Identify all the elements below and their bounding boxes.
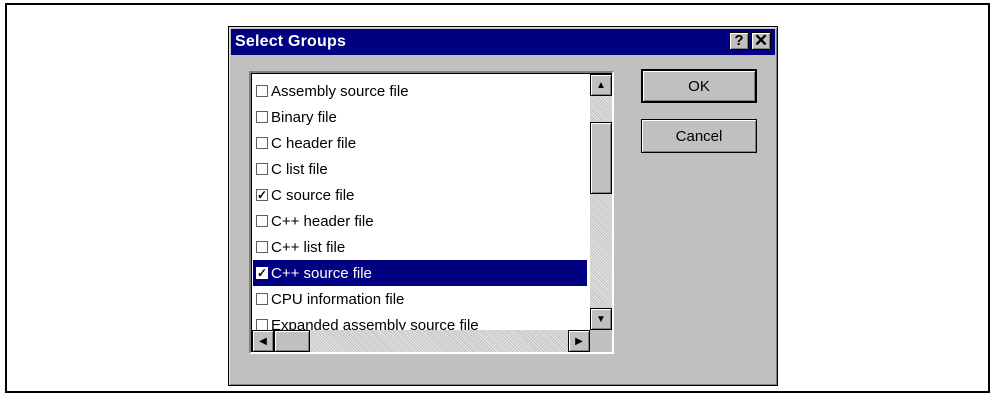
list-item-label: C header file (271, 134, 357, 152)
list-item[interactable]: C header file (253, 130, 587, 156)
list-item[interactable]: CPU information file (253, 286, 587, 312)
list-item[interactable]: ✓ C++ source file (253, 260, 587, 286)
groups-list: Assembly source file Binary file C header … (253, 78, 587, 338)
scroll-left-button[interactable]: ◀ (252, 330, 274, 352)
horizontal-scrollbar[interactable]: ◀ ▶ (252, 330, 590, 352)
arrow-left-icon: ◀ (259, 335, 267, 347)
checkbox[interactable]: ✓ (256, 189, 268, 201)
checkmark-icon: ✓ (256, 266, 268, 280)
list-item[interactable]: C list file (253, 156, 587, 182)
cancel-button[interactable]: Cancel (641, 119, 757, 153)
arrow-down-icon: ▼ (596, 313, 606, 325)
scroll-corner (590, 330, 612, 352)
checkmark-icon: ✓ (256, 188, 268, 202)
list-item-label: C list file (271, 160, 328, 178)
checkbox[interactable] (256, 215, 268, 227)
checkbox[interactable]: ✓ (256, 267, 268, 279)
checkbox[interactable] (256, 241, 268, 253)
checkbox[interactable] (256, 137, 268, 149)
arrow-right-icon: ▶ (575, 335, 583, 347)
vertical-scroll-thumb[interactable] (590, 122, 612, 194)
checkbox[interactable] (256, 163, 268, 175)
scroll-right-button[interactable]: ▶ (568, 330, 590, 352)
list-item-label: Binary file (271, 108, 337, 126)
title-bar[interactable]: Select Groups ? ✕ (231, 29, 775, 55)
list-item-label: C++ header file (271, 212, 374, 230)
checkbox[interactable] (256, 85, 268, 97)
vertical-scrollbar[interactable]: ▲ ▼ (590, 74, 612, 330)
list-item[interactable]: Binary file (253, 104, 587, 130)
list-item-label: CPU information file (271, 290, 405, 308)
list-item[interactable]: C++ list file (253, 234, 587, 260)
arrow-up-icon: ▲ (596, 79, 606, 91)
select-groups-dialog: Select Groups ? ✕ Assembly source file Bi… (228, 26, 778, 386)
help-button[interactable]: ? (729, 32, 749, 50)
groups-listbox[interactable]: Assembly source file Binary file C header … (249, 71, 614, 354)
scroll-up-button[interactable]: ▲ (590, 74, 612, 96)
list-item[interactable]: ✓ C source file (253, 182, 587, 208)
checkbox[interactable] (256, 293, 268, 305)
listbox-inner: Assembly source file Binary file C header … (251, 73, 612, 352)
list-item-label: C++ list file (271, 238, 346, 256)
ok-button[interactable]: OK (641, 69, 757, 103)
scroll-down-button[interactable]: ▼ (590, 308, 612, 330)
checkbox[interactable] (256, 111, 268, 123)
list-item-label: Assembly source file (271, 82, 409, 100)
list-item-label: C source file (271, 186, 355, 204)
list-item-label: C++ source file (271, 264, 372, 282)
close-button[interactable]: ✕ (751, 32, 771, 50)
dialog-title: Select Groups (235, 33, 347, 50)
horizontal-scroll-thumb[interactable] (274, 330, 310, 352)
list-item[interactable]: Assembly source file (253, 78, 587, 104)
list-item[interactable]: C++ header file (253, 208, 587, 234)
